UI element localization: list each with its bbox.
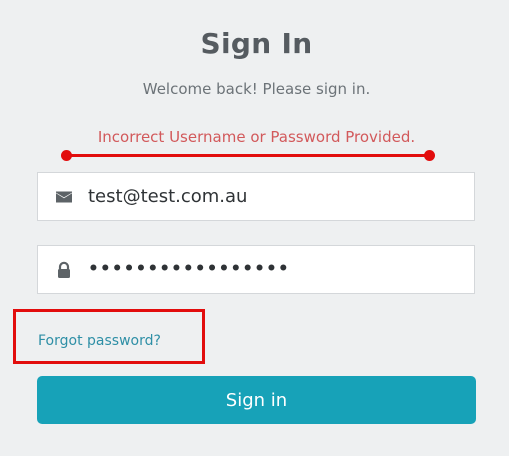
annotation-underline <box>66 154 430 157</box>
email-field[interactable]: test@test.com.au <box>37 172 475 221</box>
forgot-password-link[interactable]: Forgot password? <box>38 333 161 349</box>
page-subtitle: Welcome back! Please sign in. <box>142 80 371 98</box>
annotation-dot-left <box>61 150 72 161</box>
password-value: ••••••••••••••••• <box>88 259 290 279</box>
password-field[interactable]: ••••••••••••••••• <box>37 245 475 294</box>
annotation-dot-right <box>424 150 435 161</box>
email-value: test@test.com.au <box>88 186 248 207</box>
error-message: Incorrect Username or Password Provided. <box>97 128 416 146</box>
sign-in-button[interactable]: Sign in <box>37 376 476 424</box>
page-title: Sign In <box>200 27 313 60</box>
envelope-icon <box>55 188 73 206</box>
lock-icon <box>55 261 73 279</box>
